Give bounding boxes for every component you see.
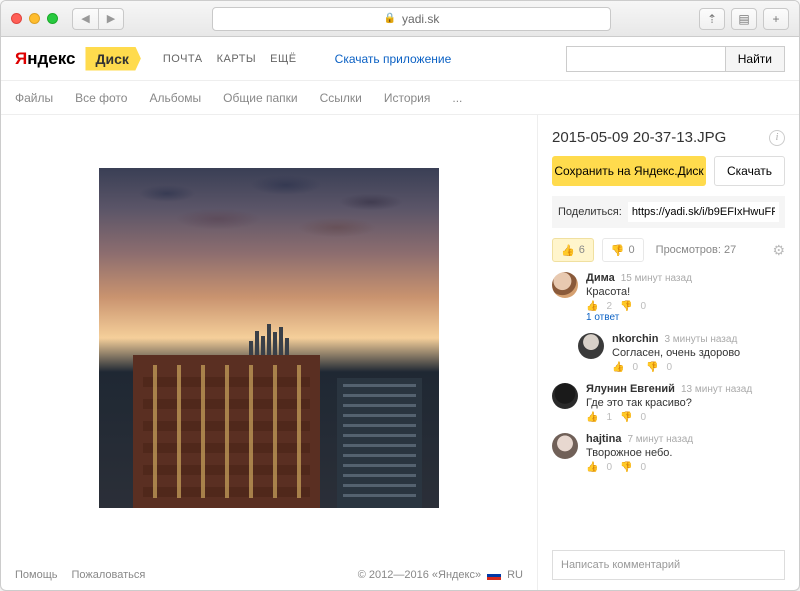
like-count: 6 xyxy=(579,244,585,256)
tab-more[interactable]: ... xyxy=(452,91,462,105)
thumb-down-icon[interactable]: 👎 xyxy=(620,412,632,423)
comments-list: Дима15 минут назад Красота! 👍2 👎0 1 отве… xyxy=(552,272,785,473)
thumb-up-icon[interactable]: 👍 xyxy=(586,462,598,473)
dislike-button[interactable]: 👎 0 xyxy=(602,238,644,262)
comment: Дима15 минут назад Красота! 👍2 👎0 1 отве… xyxy=(552,272,785,323)
tab-shared[interactable]: Общие папки xyxy=(223,91,297,105)
share-url-input[interactable] xyxy=(628,202,779,222)
tab-albums[interactable]: Альбомы xyxy=(149,91,201,105)
url-text: yadi.sk xyxy=(402,12,439,26)
avatar[interactable] xyxy=(552,383,578,409)
thumb-down-icon[interactable]: 👎 xyxy=(646,362,658,373)
content: Помощь Пожаловаться © 2012—2016 «Яндекс»… xyxy=(1,115,799,590)
like-button[interactable]: 👍 6 xyxy=(552,238,594,262)
photo-preview[interactable] xyxy=(99,168,439,508)
comment-text: Творожное небо. xyxy=(586,447,785,459)
thumb-down-icon[interactable]: 👎 xyxy=(620,301,632,312)
thumb-up-icon[interactable]: 👍 xyxy=(586,301,598,312)
comment-time: 3 минуты назад xyxy=(664,334,737,345)
lang-label[interactable]: RU xyxy=(507,569,523,581)
close-window-icon[interactable] xyxy=(11,13,22,24)
thumb-down-icon: 👎 xyxy=(611,244,625,257)
comment-author[interactable]: Ялунин Евгений xyxy=(586,383,675,395)
url-bar[interactable]: 🔒 yadi.sk xyxy=(212,7,611,31)
tab-files[interactable]: Файлы xyxy=(15,91,53,105)
comment-time: 15 минут назад xyxy=(621,273,692,284)
share-button[interactable]: ⇡ xyxy=(699,8,725,30)
menu-maps[interactable]: КАРТЫ xyxy=(217,53,257,65)
menu-more[interactable]: ЕЩЁ xyxy=(270,53,297,65)
file-name: 2015-05-09 20-37-13.JPG xyxy=(552,129,726,146)
thumb-up-icon: 👍 xyxy=(561,244,575,257)
browser-titlebar: ◀ ▶ 🔒 yadi.sk ⇡ ▤ + xyxy=(1,1,799,37)
disk-tabs: Файлы Все фото Альбомы Общие папки Ссылк… xyxy=(1,81,799,115)
comment-author[interactable]: hajtina xyxy=(586,433,621,445)
help-link[interactable]: Помощь xyxy=(15,569,58,581)
tab-history[interactable]: История xyxy=(384,91,431,105)
avatar[interactable] xyxy=(552,433,578,459)
share-row: Поделиться: xyxy=(552,196,785,228)
nav-arrows: ◀ ▶ xyxy=(72,8,124,30)
views-label: Просмотров: 27 xyxy=(656,244,737,256)
download-button[interactable]: Скачать xyxy=(714,156,785,186)
flag-icon xyxy=(487,571,501,580)
comment-input[interactable]: Написать комментарий xyxy=(552,550,785,580)
gear-icon[interactable]: ⚙ xyxy=(772,242,785,259)
maximize-window-icon[interactable] xyxy=(47,13,58,24)
forward-button[interactable]: ▶ xyxy=(98,8,124,30)
stats-row: 👍 6 👎 0 Просмотров: 27 ⚙ xyxy=(552,238,785,262)
copyright: © 2012—2016 «Яндекс» xyxy=(358,569,481,581)
sidebar: 2015-05-09 20-37-13.JPG i Сохранить на Я… xyxy=(537,115,799,590)
search-input[interactable] xyxy=(566,46,726,72)
comment: Ялунин Евгений 13 минут назад Где это так… xyxy=(552,383,785,423)
minimize-window-icon[interactable] xyxy=(29,13,40,24)
replies-link[interactable]: 1 ответ xyxy=(586,312,619,323)
comment-text: Согласен, очень здорово xyxy=(612,347,785,359)
search-form: Найти xyxy=(566,46,785,72)
new-tab-button[interactable]: + xyxy=(763,8,789,30)
comment-author[interactable]: Дима xyxy=(586,272,615,284)
thumb-down-icon[interactable]: 👎 xyxy=(620,462,632,473)
save-to-disk-button[interactable]: Сохранить на Яндекс.Диск xyxy=(552,156,706,186)
viewer-pane: Помощь Пожаловаться © 2012—2016 «Яндекс»… xyxy=(1,115,537,590)
viewer-footer: Помощь Пожаловаться © 2012—2016 «Яндекс»… xyxy=(1,560,537,590)
avatar[interactable] xyxy=(552,272,578,298)
dislike-count: 0 xyxy=(629,244,635,256)
yandex-header: Яндекс Диск ПОЧТА КАРТЫ ЕЩЁ Скачать прил… xyxy=(1,37,799,81)
tab-links[interactable]: Ссылки xyxy=(320,91,362,105)
image-viewport xyxy=(1,115,537,560)
yandex-logo[interactable]: Яндекс xyxy=(15,49,75,69)
comment-reply: nkorchin 3 минуты назад Согласен, очень з… xyxy=(578,333,785,373)
comment: hajtina7 минут назад Творожное небо. 👍0 … xyxy=(552,433,785,473)
download-app-link[interactable]: Скачать приложение xyxy=(335,52,452,66)
yandex-menu: ПОЧТА КАРТЫ ЕЩЁ xyxy=(163,53,297,65)
search-button[interactable]: Найти xyxy=(726,46,785,72)
back-button[interactable]: ◀ xyxy=(72,8,98,30)
info-icon[interactable]: i xyxy=(769,130,785,146)
action-buttons: Сохранить на Яндекс.Диск Скачать xyxy=(552,156,785,186)
avatar[interactable] xyxy=(578,333,604,359)
comment-time: 13 минут назад xyxy=(681,384,752,395)
thumb-up-icon[interactable]: 👍 xyxy=(612,362,624,373)
tabs-button[interactable]: ▤ xyxy=(731,8,757,30)
titlebar-right: ⇡ ▤ + xyxy=(699,8,789,30)
comment-author[interactable]: nkorchin xyxy=(612,333,658,345)
thumb-up-icon[interactable]: 👍 xyxy=(586,412,598,423)
lock-icon: 🔒 xyxy=(384,13,396,24)
report-link[interactable]: Пожаловаться xyxy=(72,569,146,581)
menu-mail[interactable]: ПОЧТА xyxy=(163,53,203,65)
tab-allphotos[interactable]: Все фото xyxy=(75,91,127,105)
comment-text: Где это так красиво? xyxy=(586,397,785,409)
browser-window: ◀ ▶ 🔒 yadi.sk ⇡ ▤ + Яндекс Диск ПОЧТА КА… xyxy=(0,0,800,591)
share-label: Поделиться: xyxy=(558,206,622,218)
comment-text: Красота! xyxy=(586,286,785,298)
window-controls xyxy=(11,13,58,24)
disk-logo[interactable]: Диск xyxy=(85,47,140,71)
comment-time: 7 минут назад xyxy=(627,434,693,445)
filename-row: 2015-05-09 20-37-13.JPG i xyxy=(552,129,785,146)
